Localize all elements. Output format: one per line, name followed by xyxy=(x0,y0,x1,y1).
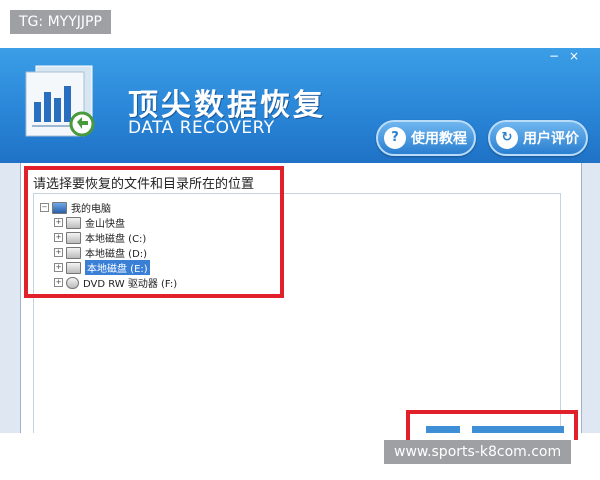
highlight-box-tree xyxy=(24,166,284,298)
refresh-icon: ↻ xyxy=(496,127,518,149)
user-review-button-label: 用户评价 xyxy=(523,131,579,147)
minimize-button[interactable]: − xyxy=(546,49,562,63)
close-button[interactable]: × xyxy=(566,49,582,63)
highlight-box-buttons xyxy=(406,410,578,440)
title-banner: − × 顶尖数据恢复 DATA RECOVERY ? 使用教程 ↻ 用户评价 xyxy=(0,48,600,163)
question-icon: ? xyxy=(384,127,406,149)
tutorial-button[interactable]: ? 使用教程 xyxy=(376,120,476,156)
bar-chart-document-icon xyxy=(25,65,95,137)
watermark-top: TG: MYYJJPP xyxy=(10,10,111,34)
watermark-bottom: www.sports-k8com.com xyxy=(384,440,572,464)
app-subtitle: DATA RECOVERY xyxy=(128,118,275,138)
tutorial-button-label: 使用教程 xyxy=(411,131,467,147)
user-review-button[interactable]: ↻ 用户评价 xyxy=(488,120,588,156)
